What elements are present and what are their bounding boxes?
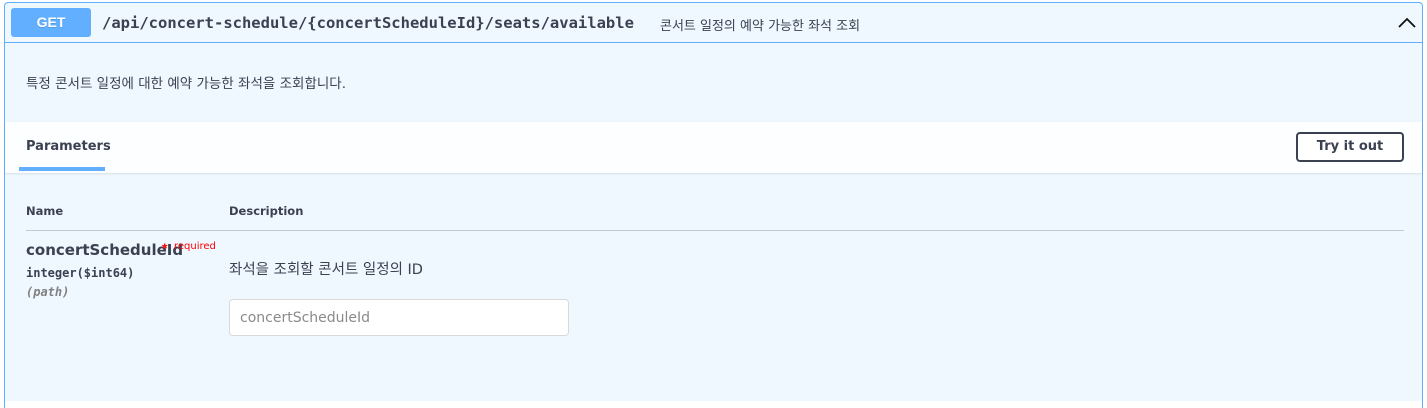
parameter-location: (path)	[26, 285, 70, 299]
parameter-description: 좌석을 조회할 콘서트 일정의 ID	[229, 262, 423, 278]
required-star: *	[162, 240, 168, 256]
method-badge: GET	[11, 8, 91, 37]
chevron-up-icon[interactable]	[1397, 13, 1417, 33]
column-header-description: Description	[229, 204, 304, 218]
endpoint-path: /api/concert-schedule/{concertScheduleId…	[102, 14, 634, 32]
opblock-get: GET /api/concert-schedule/{concertSchedu…	[4, 2, 1423, 408]
operation-description: 특정 콘서트 일정에 대한 예약 가능한 좌석을 조회합니다.	[26, 76, 346, 92]
column-header-name: Name	[26, 204, 64, 218]
required-label: required	[174, 241, 216, 252]
parameter-name: concertScheduleId	[26, 241, 184, 259]
endpoint-summary: 콘서트 일정의 예약 가능한 좌석 조회	[660, 19, 861, 34]
table-header-divider	[26, 230, 1404, 231]
tab-parameters[interactable]: Parameters	[26, 139, 111, 154]
tab-active-indicator	[19, 167, 105, 171]
bottom-strip	[5, 401, 1422, 408]
try-it-out-button[interactable]: Try it out	[1296, 132, 1404, 162]
parameter-type: integer($int64)	[26, 266, 135, 280]
concert-schedule-id-input[interactable]	[229, 299, 569, 336]
parameters-section-header: Parameters Try it out	[5, 122, 1422, 173]
opblock-summary[interactable]: GET /api/concert-schedule/{concertSchedu…	[5, 3, 1422, 43]
